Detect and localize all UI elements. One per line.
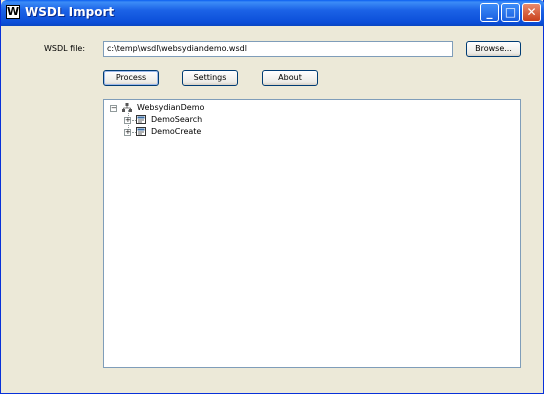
wsdl-file-input[interactable]: c:\temp\wsdl\websydiandemo.wsdl [103, 41, 453, 57]
minimize-icon: _ [486, 5, 493, 19]
close-icon: ✕ [526, 5, 537, 19]
process-button[interactable]: Process [103, 70, 159, 86]
wsdl-file-label: WSDL file: [44, 44, 86, 53]
collapse-icon[interactable]: − [110, 105, 117, 112]
class-icon [136, 115, 146, 124]
tree-node-label: DemoSearch [151, 115, 203, 124]
tree-node-label: WebsydianDemo [137, 103, 205, 112]
app-icon: W [6, 5, 20, 19]
hierarchy-icon [122, 103, 132, 112]
maximize-button[interactable]: □ [501, 3, 520, 22]
wsdl-tree-view[interactable]: − WebsydianDemo + DemoSearch + DemoCreat… [103, 99, 521, 368]
minimize-button[interactable]: _ [480, 3, 499, 22]
close-button[interactable]: ✕ [522, 3, 541, 22]
tree-node-demosearch[interactable]: + DemoSearch [124, 114, 224, 126]
expand-icon[interactable]: + [124, 117, 131, 124]
title-bar[interactable]: W WSDL Import _ □ ✕ [1, 0, 544, 26]
expand-icon[interactable]: + [124, 129, 131, 136]
about-button[interactable]: About [262, 70, 318, 86]
window-title: WSDL Import [25, 5, 115, 19]
settings-button[interactable]: Settings [182, 70, 238, 86]
tree-node-democreate[interactable]: + DemoCreate [124, 126, 224, 138]
browse-button[interactable]: Browse... [466, 41, 521, 57]
class-icon [136, 127, 146, 136]
maximize-icon: □ [504, 5, 517, 19]
wsdl-import-window: W WSDL Import _ □ ✕ WSDL file: c:\temp\w… [0, 0, 544, 394]
tree-node-label: DemoCreate [151, 127, 202, 136]
tree-node-root[interactable]: − WebsydianDemo [110, 102, 230, 114]
